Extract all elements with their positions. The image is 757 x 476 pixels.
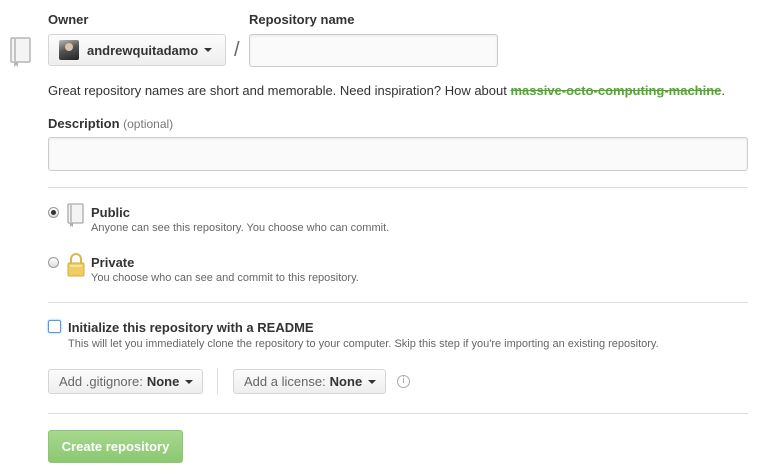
- public-note: Anyone can see this repository. You choo…: [91, 222, 390, 234]
- gitignore-select[interactable]: Add .gitignore: None: [48, 369, 203, 394]
- description-label-text: Description: [48, 116, 120, 131]
- license-select[interactable]: Add a license: None: [233, 369, 386, 394]
- public-book-icon: [66, 203, 86, 227]
- owner-name: andrewquitadamo: [87, 42, 199, 58]
- owner-select[interactable]: andrewquitadamo: [48, 34, 226, 66]
- private-title: Private: [91, 255, 135, 270]
- owner-label: Owner: [48, 12, 89, 27]
- divider: [48, 413, 748, 414]
- private-note: You choose who can see and commit to thi…: [91, 272, 359, 284]
- create-repository-button[interactable]: Create repository: [48, 430, 183, 463]
- public-radio[interactable]: [48, 207, 59, 218]
- optional-label: (optional): [123, 117, 174, 131]
- owner-repo-separator: /: [234, 39, 240, 61]
- name-suggestion[interactable]: massive-octo-computing-machine: [510, 83, 721, 98]
- gitignore-prefix: Add .gitignore:: [59, 374, 143, 389]
- hint-end: .: [721, 83, 726, 98]
- caret-down-icon: [204, 48, 213, 52]
- readme-checkbox[interactable]: [48, 320, 61, 333]
- private-radio[interactable]: [48, 257, 59, 268]
- readme-title: Initialize this repository with a README: [68, 320, 314, 335]
- repo-icon: [9, 37, 33, 67]
- lock-icon: [66, 252, 86, 278]
- gitignore-value: None: [146, 374, 180, 389]
- info-icon[interactable]: i: [397, 375, 410, 388]
- license-value: None: [329, 374, 363, 389]
- license-prefix: Add a license:: [244, 374, 326, 389]
- caret-down-icon: [185, 379, 194, 384]
- name-hint: Great repository names are short and mem…: [48, 83, 725, 98]
- vertical-divider: [217, 368, 218, 394]
- description-label: Description (optional): [48, 116, 173, 131]
- repository-name-input[interactable]: [249, 34, 498, 67]
- description-input[interactable]: [48, 137, 748, 171]
- divider: [48, 187, 748, 188]
- caret-down-icon: [368, 379, 377, 384]
- readme-note: This will let you immediately clone the …: [68, 338, 659, 350]
- repo-name-label: Repository name: [249, 12, 355, 27]
- divider: [48, 302, 748, 303]
- public-title: Public: [91, 205, 131, 220]
- hint-text: Great repository names are short and mem…: [48, 83, 511, 98]
- avatar: [59, 40, 79, 60]
